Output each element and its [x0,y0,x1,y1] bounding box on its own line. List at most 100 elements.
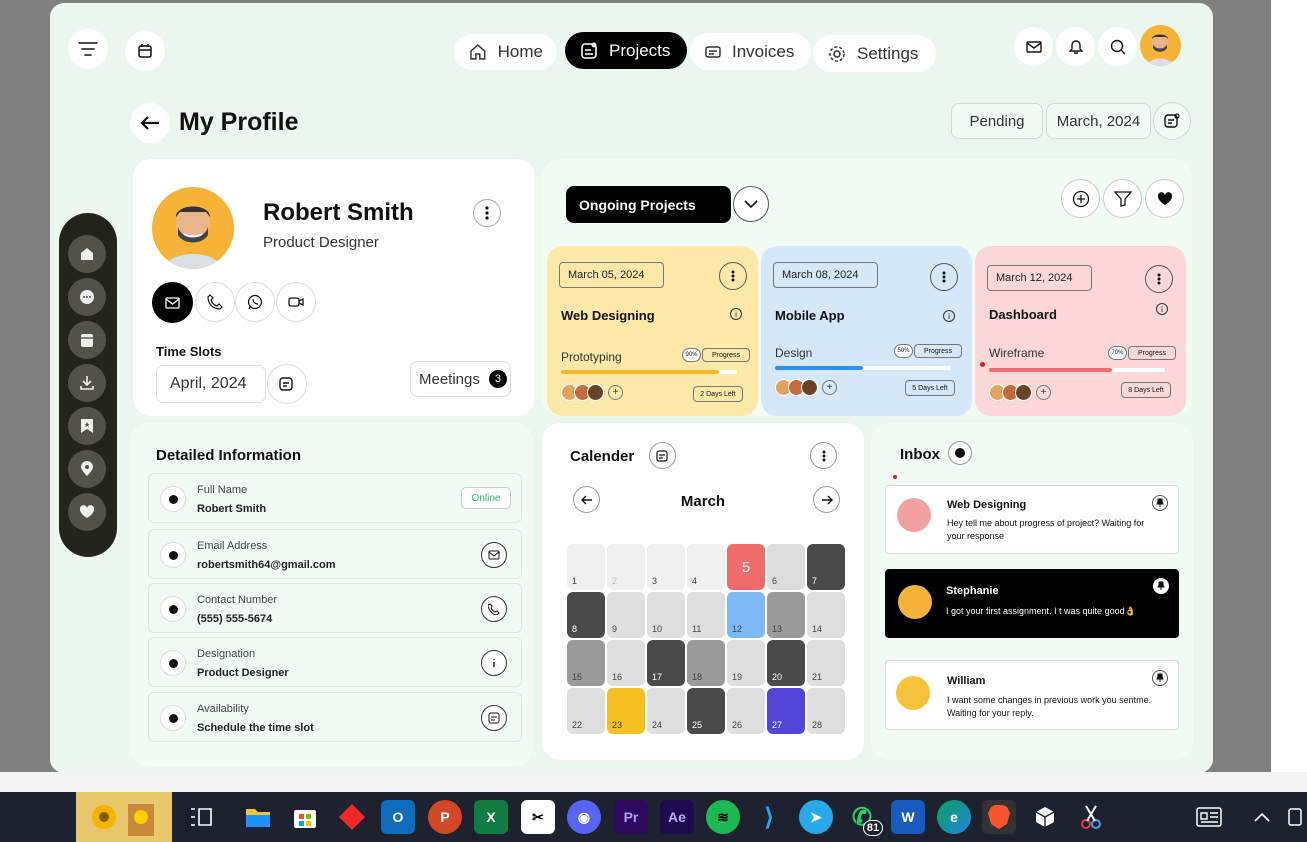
time-slots-calendar-button[interactable] [267,364,307,404]
calendar-day[interactable]: 3 [647,544,685,590]
add-member-button[interactable]: + [608,385,623,400]
ongoing-projects-dropdown[interactable]: Ongoing Projects [566,186,731,223]
calendar-day[interactable]: 25 [687,688,725,734]
contact-whatsapp-button[interactable] [235,282,275,322]
calendar-day[interactable]: 18 [687,640,725,686]
add-member-button[interactable]: + [822,380,837,395]
project-menu-button[interactable] [930,263,958,291]
pin-button[interactable] [1152,670,1168,686]
contact-video-button[interactable] [276,282,316,322]
radio-button[interactable] [160,542,186,568]
inbox-chat-button[interactable] [948,441,972,465]
calendar-day[interactable]: 14 [807,592,845,638]
sidebar-item-calendar[interactable] [68,321,106,359]
calendar-day[interactable]: 28 [807,688,845,734]
calendar-day[interactable]: 27 [767,688,805,734]
radio-button[interactable] [160,650,186,676]
calendar-day[interactable]: 21 [807,640,845,686]
user-avatar[interactable] [1140,25,1181,66]
file-explorer-button[interactable] [241,800,275,834]
calendar-day[interactable]: 13 [767,592,805,638]
project-card[interactable]: March 12, 2024 Dashboard i Wireframe 70%… [975,246,1186,416]
calendar-day[interactable]: 1 [567,544,605,590]
project-card[interactable]: March 08, 2024 Mobile App i Design 50% P… [761,246,972,416]
calendar-day[interactable]: 12 [727,592,765,638]
calendar-day[interactable]: 20 [767,640,805,686]
word-button[interactable]: W [891,800,925,834]
message-item[interactable]: William I want some changes in previous … [885,660,1179,730]
project-card[interactable]: March 05, 2024 Web Designing i Prototypi… [547,246,758,416]
add-project-button[interactable] [1061,179,1100,218]
calendar-day[interactable]: 22 [567,688,605,734]
meetings-button[interactable]: Meetings 3 [410,361,511,397]
radio-button[interactable] [160,705,186,731]
sidebar-item-download[interactable] [68,364,106,402]
contact-mail-button[interactable] [152,282,193,323]
calendar-next-button[interactable] [813,486,840,513]
widgets-button[interactable] [76,792,172,842]
pin-button[interactable] [1153,578,1169,594]
contact-call-button[interactable] [195,282,235,322]
premiere-button[interactable]: Pr [614,800,648,834]
calendar-day[interactable]: 15 [567,640,605,686]
calendar-day[interactable]: 8 [567,592,605,638]
status-filter[interactable]: Pending [951,103,1043,139]
add-member-button[interactable]: + [1036,385,1051,400]
message-item[interactable]: Web Designing Hey tell me about progress… [885,485,1179,554]
filter-button[interactable] [1103,179,1142,218]
time-slots-select[interactable]: April, 2024 [156,365,266,403]
phone-action-button[interactable] [481,596,507,622]
projects-dropdown-toggle[interactable] [733,186,769,222]
edge-button[interactable]: e [937,800,971,834]
news-widget-button[interactable] [1192,800,1226,834]
calendar-day[interactable]: 26 [727,688,765,734]
nav-invoices[interactable]: Invoices [690,33,811,70]
sidebar-item-bookmark[interactable] [68,407,106,445]
sidebar-item-chat[interactable] [68,278,106,316]
store-button[interactable] [288,800,322,834]
outlook-button[interactable]: O [381,800,415,834]
profile-menu-button[interactable] [473,199,501,227]
after-effects-button[interactable]: Ae [660,800,694,834]
sidebar-item-home[interactable] [68,235,106,273]
calendar-day[interactable]: 24 [647,688,685,734]
snipping-tool-button[interactable] [1074,800,1108,834]
sidebar-item-favorites[interactable] [68,493,106,531]
calendar-edit-action-button[interactable] [481,705,507,731]
nav-projects[interactable]: Projects [565,32,687,69]
back-button[interactable] [130,103,170,143]
calendar-menu-button[interactable] [810,442,837,469]
calendar-day[interactable]: 23 [607,688,645,734]
capcut-button[interactable]: ✂ [521,800,555,834]
radio-button[interactable] [160,596,186,622]
notification-button[interactable] [1056,27,1095,66]
telegram-button[interactable]: ➤ [799,800,833,834]
date-filter[interactable]: March, 2024 [1046,103,1151,139]
show-hidden-icons-button[interactable] [1247,800,1277,834]
calendar-day[interactable]: 19 [727,640,765,686]
info-icon[interactable]: i [1156,303,1168,315]
brave-button[interactable] [982,800,1016,834]
favorite-button[interactable] [1145,179,1184,218]
calendar-day[interactable]: 5 [727,544,765,590]
calendar-day[interactable]: 9 [607,592,645,638]
spotify-button[interactable]: ≋ [706,800,740,834]
info-icon[interactable]: i [730,308,742,320]
calendar-edit-button[interactable] [1153,102,1191,140]
calendar-button[interactable] [125,31,165,71]
calendar-day[interactable]: 2 [607,544,645,590]
calendar-day[interactable]: 16 [607,640,645,686]
project-menu-button[interactable] [1145,265,1173,293]
project-menu-button[interactable] [719,262,747,290]
calendar-day[interactable]: 4 [687,544,725,590]
info-icon[interactable]: i [943,310,955,322]
app-button[interactable] [335,800,369,834]
excel-button[interactable]: X [474,800,508,834]
calendar-note-button[interactable] [649,442,676,469]
info-action-button[interactable] [481,650,507,676]
search-button[interactable] [1098,27,1137,66]
nav-home[interactable]: Home [454,34,557,70]
calendar-day[interactable]: 7 [807,544,845,590]
whatsapp-button[interactable]: ✆ 81 [845,800,883,836]
mail-action-button[interactable] [481,542,507,568]
